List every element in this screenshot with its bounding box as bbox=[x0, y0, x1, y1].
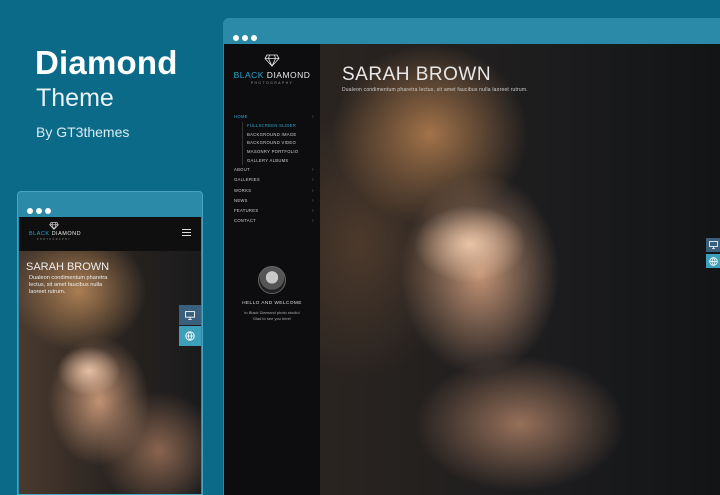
chevron-right-icon: › bbox=[312, 207, 314, 214]
submenu-item-masonry-portfolio[interactable]: MASONRY PORTFOLIO bbox=[247, 148, 316, 157]
globe-icon bbox=[185, 331, 195, 341]
window-dot bbox=[242, 35, 248, 41]
menu-item-label: CONTACT bbox=[234, 218, 257, 224]
menu-item-galleries[interactable]: GALLERIES › bbox=[234, 175, 316, 185]
main-menu: HOME › FULLSCREEN SLIDER BACKGROUND IMAG… bbox=[234, 112, 316, 226]
desktop-page: BLACK DIAMOND PHOTOGRAPHY HOME › FULLSCR… bbox=[224, 44, 720, 495]
menu-item-news[interactable]: NEWS › bbox=[234, 196, 316, 206]
chevron-right-icon: › bbox=[312, 114, 314, 120]
preview-toolbar bbox=[706, 238, 720, 270]
promo-title: Diamond bbox=[35, 44, 178, 81]
menu-item-label: ABOUT bbox=[234, 167, 250, 173]
monitor-icon bbox=[185, 310, 195, 320]
menu-item-about[interactable]: ABOUT › bbox=[234, 165, 316, 175]
mobile-preview-window: BLACK DIAMOND PHOTOGRAPHY SARAH BROWN Du… bbox=[17, 191, 203, 495]
desktop-view-button[interactable] bbox=[706, 238, 720, 252]
site-sidebar: BLACK DIAMOND PHOTOGRAPHY HOME › FULLSCR… bbox=[224, 44, 320, 495]
mobile-view-button[interactable] bbox=[179, 326, 201, 346]
menu-item-label: WORKS bbox=[234, 187, 252, 193]
diamond-icon bbox=[264, 54, 280, 67]
window-dot bbox=[45, 208, 51, 214]
site-logo[interactable]: BLACK DIAMOND PHOTOGRAPHY bbox=[224, 54, 320, 85]
menu-icon[interactable] bbox=[182, 229, 191, 238]
submenu-item-background-video[interactable]: BACKGROUND VIDEO bbox=[247, 139, 316, 148]
promo-subtitle: Theme bbox=[36, 84, 114, 112]
logo-text: BLACK DIAMOND bbox=[224, 70, 320, 80]
hero-title: SARAH BROWN bbox=[342, 64, 492, 85]
chevron-right-icon: › bbox=[312, 218, 314, 225]
mobile-site-logo[interactable]: BLACK DIAMOND PHOTOGRAPHY bbox=[29, 222, 82, 241]
desktop-view-button[interactable] bbox=[179, 305, 201, 325]
mobile-window-titlebar bbox=[18, 192, 202, 216]
submenu-item-gallery-albums[interactable]: GALLERY ALBUMS bbox=[247, 157, 316, 166]
logo-word-diamond: DIAMOND bbox=[49, 231, 82, 237]
menu-item-label: HOME bbox=[234, 114, 248, 119]
submenu-item-label: FULLSCREEN SLIDER bbox=[247, 123, 297, 129]
logo-text: BLACK DIAMOND bbox=[29, 231, 82, 237]
monitor-icon bbox=[708, 241, 718, 249]
mobile-hero-slide: SARAH BROWN Dualeon condimentum pharetra… bbox=[19, 251, 201, 494]
desktop-preview-window: BLACK DIAMOND PHOTOGRAPHY HOME › FULLSCR… bbox=[223, 18, 720, 495]
logo-word-black: BLACK bbox=[29, 231, 50, 237]
submenu-item-label: BACKGROUND IMAGE bbox=[247, 131, 297, 137]
window-titlebar bbox=[223, 18, 720, 44]
logo-word-black: BLACK bbox=[233, 70, 264, 80]
submenu-item-label: BACKGROUND VIDEO bbox=[247, 140, 297, 146]
chevron-right-icon: › bbox=[312, 197, 314, 204]
welcome-title: HELLO AND WELCOME bbox=[242, 301, 302, 306]
window-dot bbox=[27, 208, 33, 214]
submenu-item-label: GALLERY ALBUMS bbox=[247, 157, 289, 163]
menu-item-home[interactable]: HOME › bbox=[234, 112, 316, 122]
welcome-block: HELLO AND WELCOME to Black Diamond photo… bbox=[224, 266, 320, 322]
avatar bbox=[258, 266, 286, 294]
menu-item-label: GALLERIES bbox=[234, 177, 260, 183]
logo-subtitle: PHOTOGRAPHY bbox=[37, 238, 71, 241]
menu-item-label: FEATURES bbox=[234, 207, 259, 213]
hero-caption: Dualeon condimentum pharetra lectus, sit… bbox=[342, 87, 528, 93]
submenu-item-fullscreen-slider[interactable]: FULLSCREEN SLIDER bbox=[247, 122, 316, 131]
logo-subtitle: PHOTOGRAPHY bbox=[250, 81, 294, 85]
mobile-hero-title: SARAH BROWN bbox=[26, 261, 110, 273]
diamond-icon bbox=[49, 222, 59, 230]
window-dot bbox=[251, 35, 257, 41]
mobile-hero-caption: Dualeon condimentum pharetra lectus, sit… bbox=[29, 275, 108, 295]
welcome-text: to Black Diamond photo studio! Glad to s… bbox=[224, 310, 320, 322]
globe-icon bbox=[708, 256, 718, 266]
mobile-view-button[interactable] bbox=[706, 254, 720, 268]
mobile-site-header: BLACK DIAMOND PHOTOGRAPHY bbox=[19, 217, 201, 251]
menu-item-label: NEWS bbox=[234, 197, 248, 203]
chevron-right-icon: › bbox=[312, 187, 314, 194]
window-dot bbox=[36, 208, 42, 214]
window-dot bbox=[233, 35, 239, 41]
chevron-right-icon: › bbox=[312, 167, 314, 174]
mobile-preview-toolbar bbox=[179, 305, 201, 347]
welcome-line: Glad to see you here! bbox=[252, 316, 292, 321]
submenu-item-label: MASONRY PORTFOLIO bbox=[247, 148, 299, 154]
hero-slide: SARAH BROWN Dualeon condimentum pharetra… bbox=[320, 44, 720, 495]
promo-byline: By GT3themes bbox=[36, 124, 130, 140]
menu-item-works[interactable]: WORKS › bbox=[234, 186, 316, 196]
submenu-item-background-image[interactable]: BACKGROUND IMAGE bbox=[247, 131, 316, 140]
logo-word-diamond: DIAMOND bbox=[263, 70, 311, 80]
chevron-right-icon: › bbox=[312, 177, 314, 184]
menu-item-contact[interactable]: CONTACT › bbox=[234, 216, 316, 226]
menu-item-features[interactable]: FEATURES › bbox=[234, 206, 316, 216]
home-submenu: FULLSCREEN SLIDER BACKGROUND IMAGE BACKG… bbox=[242, 122, 316, 166]
